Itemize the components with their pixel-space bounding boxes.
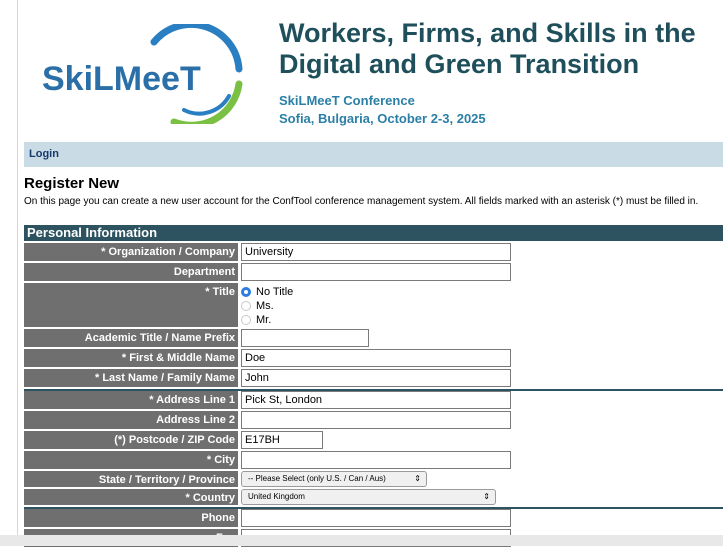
title-option-no-title[interactable]: No Title <box>241 285 723 299</box>
phone-label: Phone <box>24 509 238 527</box>
department-row: Department <box>24 263 723 281</box>
postcode-label: (*) Postcode / ZIP Code <box>24 431 238 449</box>
select-arrows-icon: ⇕ <box>414 474 421 483</box>
address-line-2-label: Address Line 2 <box>24 411 238 429</box>
registration-form: Personal Information * Organization / Co… <box>24 225 723 547</box>
skilmeet-logo: SkiLMeeT <box>42 24 243 124</box>
country-label: * Country <box>24 489 238 505</box>
conference-name: SkiLMeeT Conference <box>279 93 415 108</box>
radio-unselected-icon <box>241 315 251 325</box>
state-select[interactable]: -- Please Select (only U.S. / Can / Aus)… <box>241 471 427 487</box>
address-line-2-input[interactable] <box>241 411 511 429</box>
title-option-mr[interactable]: Mr. <box>241 313 723 327</box>
title-label: * Title <box>24 283 238 327</box>
headline-line-1: Workers, Firms, and Skills in the <box>279 18 696 48</box>
department-label: Department <box>24 263 238 281</box>
postcode-input[interactable] <box>241 431 323 449</box>
title-option-label: Ms. <box>256 300 274 312</box>
address-line-1-label: * Address Line 1 <box>24 391 238 409</box>
state-row: State / Territory / Province -- Please S… <box>24 471 723 487</box>
login-link[interactable]: Login <box>29 148 59 160</box>
academic-title-input[interactable] <box>241 329 369 347</box>
phone-row: Phone <box>24 507 723 527</box>
last-name-label: * Last Name / Family Name <box>24 369 238 387</box>
organization-label: * Organization / Company <box>24 243 238 261</box>
conference-place-date: Sofia, Bulgaria, October 2-3, 2025 <box>279 111 486 126</box>
last-name-input[interactable] <box>241 369 511 387</box>
country-row: * Country United Kingdom ⇕ <box>24 489 723 505</box>
last-name-row: * Last Name / Family Name <box>24 369 723 387</box>
page-title: Register New <box>24 175 120 192</box>
radio-unselected-icon <box>241 301 251 311</box>
svg-text:SkiLMeeT: SkiLMeeT <box>42 60 201 98</box>
window-bottom-bar <box>0 535 723 546</box>
page-left-border <box>17 0 18 546</box>
city-row: * City <box>24 451 723 469</box>
radio-selected-icon <box>241 287 251 297</box>
headline-line-2: Digital and Green Transition <box>279 49 640 79</box>
state-select-value: -- Please Select (only U.S. / Can / Aus) <box>248 474 386 483</box>
country-select[interactable]: United Kingdom ⇕ <box>241 489 496 505</box>
first-name-input[interactable] <box>241 349 511 367</box>
organization-input[interactable] <box>241 243 511 261</box>
select-arrows-icon: ⇕ <box>483 492 490 501</box>
title-option-label: Mr. <box>256 314 272 326</box>
address-line-2-row: Address Line 2 <box>24 411 723 429</box>
section-personal-information: Personal Information <box>24 225 723 241</box>
address-line-1-row: * Address Line 1 <box>24 389 723 409</box>
conference-headline: Workers, Firms, and Skills in the Digita… <box>279 18 723 80</box>
academic-title-row: Academic Title / Name Prefix <box>24 329 723 347</box>
postcode-row: (*) Postcode / ZIP Code <box>24 431 723 449</box>
academic-title-label: Academic Title / Name Prefix <box>24 329 238 347</box>
intro-text: On this page you can create a new user a… <box>24 196 699 207</box>
city-input[interactable] <box>241 451 511 469</box>
first-name-label: * First & Middle Name <box>24 349 238 367</box>
department-input[interactable] <box>241 263 511 281</box>
organization-row: * Organization / Company <box>24 243 723 261</box>
phone-input[interactable] <box>241 509 511 527</box>
country-select-value: United Kingdom <box>248 492 305 501</box>
nav-bar: Login <box>24 142 723 167</box>
title-option-label: No Title <box>256 286 294 298</box>
title-option-ms[interactable]: Ms. <box>241 299 723 313</box>
first-name-row: * First & Middle Name <box>24 349 723 367</box>
city-label: * City <box>24 451 238 469</box>
address-line-1-input[interactable] <box>241 391 511 409</box>
state-label: State / Territory / Province <box>24 471 238 487</box>
title-row: * Title No Title Ms. Mr. <box>24 283 723 327</box>
